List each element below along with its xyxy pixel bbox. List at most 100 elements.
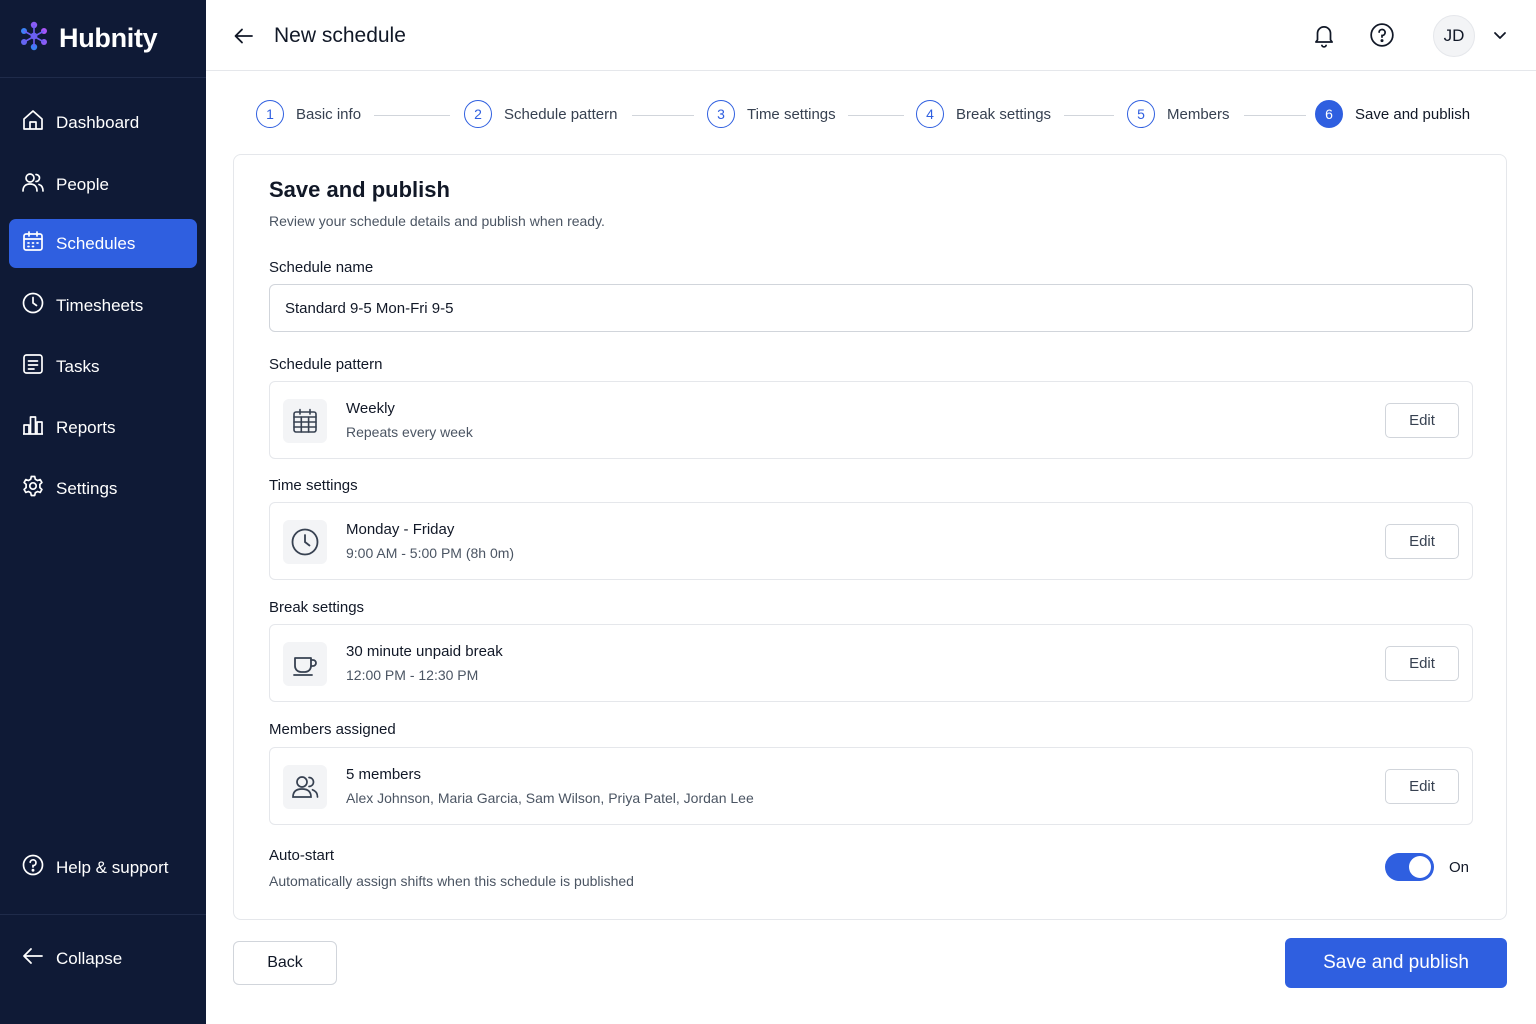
clock-icon — [283, 520, 327, 564]
clock-icon — [21, 291, 56, 320]
summary-subtitle: 12:00 PM - 12:30 PM — [346, 667, 479, 683]
help-icon[interactable] — [1369, 22, 1395, 48]
step-connector — [1064, 115, 1114, 116]
sidebar-item-reports[interactable]: Reports — [9, 403, 197, 452]
step-number: 2 — [464, 100, 492, 128]
back-arrow-icon[interactable] — [232, 24, 256, 48]
summary-subtitle: 9:00 AM - 5:00 PM (8h 0m) — [346, 545, 515, 561]
sidebar-item-timesheets[interactable]: Timesheets — [9, 281, 197, 330]
home-icon — [21, 108, 56, 137]
members-icon — [283, 765, 327, 809]
tasks-icon — [21, 352, 56, 381]
autostart-subtitle: Automatically assign shifts when this sc… — [269, 873, 634, 889]
step-label: Basic info — [296, 105, 362, 123]
brand[interactable]: Hubnity — [0, 0, 206, 78]
user-avatar[interactable]: JD — [1433, 15, 1475, 57]
save-publish-card: Save and publish Review your schedule de… — [233, 154, 1507, 920]
step-label: Schedule pattern — [504, 105, 618, 123]
sidebar-item-dashboard[interactable]: Dashboard — [9, 98, 197, 147]
people-icon — [21, 170, 56, 199]
sidebar-item-label: Settings — [56, 478, 118, 498]
help-support-label: Help & support — [56, 857, 169, 877]
calendar-icon — [21, 229, 56, 258]
save-and-publish-button[interactable]: Save and publish — [1285, 938, 1507, 988]
schedule-name-label: Schedule name — [269, 259, 374, 276]
collapse-label: Collapse — [56, 948, 123, 968]
back-button[interactable]: Back — [233, 941, 337, 985]
page-title: New schedule — [274, 24, 406, 47]
step-number-current: 6 — [1315, 100, 1343, 128]
app-name: Hubnity — [59, 23, 158, 53]
sidebar-item-label: Dashboard — [56, 112, 140, 132]
sidebar-item-label: Reports — [56, 417, 116, 437]
break-settings-summary: 30 minute unpaid break 12:00 PM - 12:30 … — [269, 624, 1473, 702]
edit-time-settings-button[interactable]: Edit — [1385, 524, 1459, 559]
summary-subtitle: Alex Johnson, Maria Garcia, Sam Wilson, … — [346, 790, 754, 806]
chevron-down-icon[interactable] — [1492, 27, 1508, 43]
step-number: 1 — [256, 100, 284, 128]
card-title: Save and publish — [269, 177, 450, 202]
sidebar-item-label: Timesheets — [56, 295, 144, 315]
step-number: 5 — [1127, 100, 1155, 128]
summary-title: Monday - Friday — [346, 521, 455, 538]
edit-break-settings-button[interactable]: Edit — [1385, 646, 1459, 681]
step-connector — [632, 115, 694, 116]
autostart-state-label: On — [1449, 859, 1470, 876]
time-settings-label: Time settings — [269, 477, 358, 494]
stepper: 1 Basic info 2 Schedule pattern 3 Time s… — [206, 96, 1536, 136]
members-assigned-summary: 5 members Alex Johnson, Maria Garcia, Sa… — [269, 747, 1473, 825]
summary-subtitle: Repeats every week — [346, 424, 473, 440]
time-settings-summary: Monday - Friday 9:00 AM - 5:00 PM (8h 0m… — [269, 502, 1473, 580]
help-support-link[interactable]: Help & support — [9, 843, 197, 892]
help-icon — [21, 853, 56, 882]
step-number: 3 — [707, 100, 735, 128]
sidebar-item-settings[interactable]: Settings — [9, 464, 197, 513]
sidebar-item-schedules[interactable]: Schedules — [9, 219, 197, 268]
calendar-grid-icon — [283, 399, 327, 443]
coffee-cup-icon — [283, 642, 327, 686]
toggle-knob — [1409, 856, 1431, 878]
gear-icon — [21, 474, 56, 503]
step-connector — [848, 115, 904, 116]
break-settings-label: Break settings — [269, 599, 365, 616]
step-label: Break settings — [956, 105, 1052, 123]
card-subtitle: Review your schedule details and publish… — [269, 213, 605, 229]
schedule-pattern-summary: Weekly Repeats every week Edit — [269, 381, 1473, 459]
step-number: 4 — [916, 100, 944, 128]
members-assigned-label: Members assigned — [269, 721, 396, 738]
sidebar-item-people[interactable]: People — [9, 160, 197, 209]
schedule-pattern-label: Schedule pattern — [269, 356, 383, 373]
schedule-name-input[interactable] — [269, 284, 1473, 332]
edit-members-button[interactable]: Edit — [1385, 769, 1459, 804]
arrow-left-icon — [21, 944, 56, 973]
sidebar-divider — [0, 914, 206, 915]
sidebar-item-label: Tasks — [56, 356, 100, 376]
summary-title: Weekly — [346, 400, 395, 417]
edit-schedule-pattern-button[interactable]: Edit — [1385, 403, 1459, 438]
top-header: New schedule JD — [206, 0, 1536, 71]
step-schedule-pattern[interactable]: 2 Schedule pattern — [464, 100, 617, 128]
autostart-toggle[interactable] — [1385, 853, 1434, 881]
sidebar: Hubnity Dashboard People Schedules Times… — [0, 0, 206, 1024]
step-break-settings[interactable]: 4 Break settings — [916, 100, 1051, 128]
step-basic-info[interactable]: 1 Basic info — [256, 100, 361, 128]
bell-icon[interactable] — [1311, 22, 1337, 48]
step-label: Members — [1167, 105, 1230, 123]
step-members[interactable]: 5 Members — [1127, 100, 1230, 128]
step-label: Time settings — [747, 105, 836, 123]
hubnity-logo-icon — [18, 20, 50, 57]
collapse-button[interactable]: Collapse — [9, 934, 197, 983]
autostart-title: Auto-start — [269, 847, 335, 864]
summary-title: 30 minute unpaid break — [346, 643, 503, 660]
reports-icon — [21, 413, 56, 442]
sidebar-item-label: People — [56, 174, 109, 194]
step-save-and-publish[interactable]: 6 Save and publish — [1315, 100, 1470, 128]
step-time-settings[interactable]: 3 Time settings — [707, 100, 836, 128]
sidebar-item-tasks[interactable]: Tasks — [9, 342, 197, 391]
user-initials: JD — [1443, 26, 1465, 45]
sidebar-item-label: Schedules — [56, 233, 136, 253]
step-connector — [374, 115, 450, 116]
step-connector — [1244, 115, 1306, 116]
step-label-current: Save and publish — [1355, 105, 1471, 123]
summary-title: 5 members — [346, 766, 422, 783]
